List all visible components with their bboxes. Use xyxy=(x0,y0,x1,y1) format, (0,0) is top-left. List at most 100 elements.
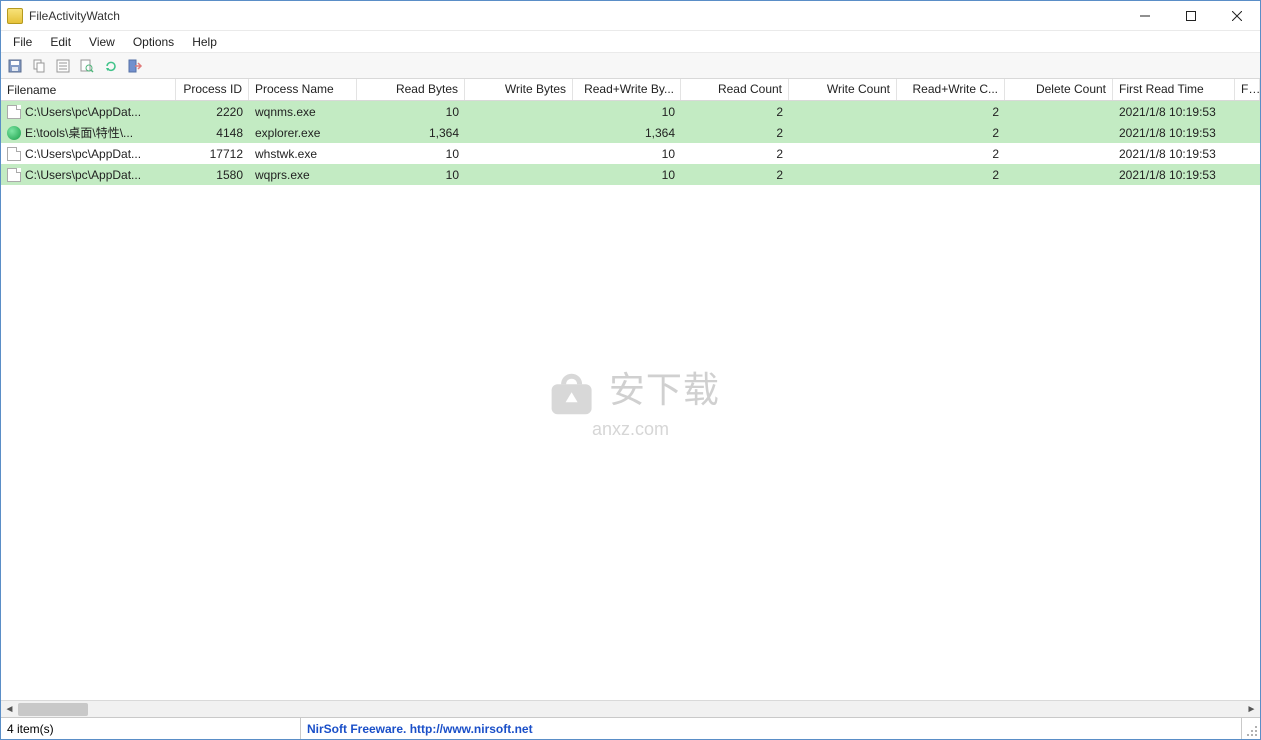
menu-help[interactable]: Help xyxy=(184,33,225,51)
table-row[interactable]: C:\Users\pc\AppDat...1580wqprs.exe101022… xyxy=(1,164,1260,185)
menu-view[interactable]: View xyxy=(81,33,123,51)
title-bar[interactable]: FileActivityWatch xyxy=(1,1,1260,31)
cell-write-bytes xyxy=(465,152,573,156)
cell-pname: explorer.exe xyxy=(249,124,357,142)
cell-first-read: 2021/1/8 10:19:53 xyxy=(1113,166,1235,184)
col-process-id[interactable]: Process ID xyxy=(176,79,249,100)
cell-pid: 17712 xyxy=(176,145,249,163)
window-controls xyxy=(1122,1,1260,30)
status-item-count: 4 item(s) xyxy=(1,718,301,739)
filename-text: E:\tools\桌面\特性\... xyxy=(25,124,133,141)
refresh-icon xyxy=(103,58,119,74)
minimize-icon xyxy=(1140,11,1150,21)
watermark-sub: anxz.com xyxy=(541,419,720,440)
watermark-brand: 安下载 xyxy=(609,369,720,410)
cell-rw-count: 2 xyxy=(897,166,1005,184)
col-delete-count[interactable]: Delete Count xyxy=(1005,79,1113,100)
cell-write-count xyxy=(789,110,897,114)
cell-rw-count: 2 xyxy=(897,124,1005,142)
find-icon xyxy=(79,58,95,74)
file-icon xyxy=(7,168,21,182)
watermark: 安下载 anxz.com xyxy=(541,361,720,441)
scroll-track[interactable] xyxy=(18,701,1243,717)
cell-pid: 4148 xyxy=(176,124,249,142)
table-body[interactable]: 安下载 anxz.com C:\Users\pc\AppDat...2220wq… xyxy=(1,101,1260,700)
cell-delete-count xyxy=(1005,131,1113,135)
close-icon xyxy=(1232,11,1242,21)
cell-write-bytes xyxy=(465,173,573,177)
minimize-button[interactable] xyxy=(1122,1,1168,30)
cell-write-count xyxy=(789,131,897,135)
refresh-button[interactable] xyxy=(101,56,121,76)
cell-read-bytes: 1,364 xyxy=(357,124,465,142)
cell-pid: 2220 xyxy=(176,103,249,121)
cell-partial xyxy=(1235,131,1260,135)
cell-read-count: 2 xyxy=(681,166,789,184)
globe-icon xyxy=(7,126,21,140)
window-title: FileActivityWatch xyxy=(29,9,120,23)
menu-bar: File Edit View Options Help xyxy=(1,31,1260,53)
cell-first-read: 2021/1/8 10:19:53 xyxy=(1113,103,1235,121)
status-credit: NirSoft Freeware. http://www.nirsoft.net xyxy=(301,718,1242,739)
file-icon xyxy=(7,105,21,119)
cell-rw-bytes: 10 xyxy=(573,103,681,121)
col-first-read-time[interactable]: First Read Time xyxy=(1113,79,1235,100)
col-write-count[interactable]: Write Count xyxy=(789,79,897,100)
cell-rw-bytes: 1,364 xyxy=(573,124,681,142)
cell-read-count: 2 xyxy=(681,145,789,163)
col-rw-count[interactable]: Read+Write C... xyxy=(897,79,1005,100)
save-button[interactable] xyxy=(5,56,25,76)
cell-read-bytes: 10 xyxy=(357,145,465,163)
col-filename[interactable]: Filename xyxy=(1,79,176,100)
maximize-button[interactable] xyxy=(1168,1,1214,30)
table-row[interactable]: E:\tools\桌面\特性\...4148explorer.exe1,3641… xyxy=(1,122,1260,143)
cell-read-bytes: 10 xyxy=(357,166,465,184)
cell-filename: C:\Users\pc\AppDat... xyxy=(1,145,176,163)
table-header: Filename Process ID Process Name Read By… xyxy=(1,79,1260,101)
close-button[interactable] xyxy=(1214,1,1260,30)
col-rw-bytes[interactable]: Read+Write By... xyxy=(573,79,681,100)
cell-pname: whstwk.exe xyxy=(249,145,357,163)
scroll-left-button[interactable]: ◄ xyxy=(1,701,18,718)
scroll-thumb[interactable] xyxy=(18,703,88,716)
copy-button[interactable] xyxy=(29,56,49,76)
table-row[interactable]: C:\Users\pc\AppDat...2220wqnms.exe101022… xyxy=(1,101,1260,122)
cell-filename: C:\Users\pc\AppDat... xyxy=(1,103,176,121)
app-icon xyxy=(7,8,23,24)
menu-options[interactable]: Options xyxy=(125,33,182,51)
cell-partial xyxy=(1235,110,1260,114)
exit-button[interactable] xyxy=(125,56,145,76)
col-partial[interactable]: Fi... xyxy=(1235,79,1260,100)
col-read-count[interactable]: Read Count xyxy=(681,79,789,100)
table-row[interactable]: C:\Users\pc\AppDat...17712whstwk.exe1010… xyxy=(1,143,1260,164)
scroll-right-button[interactable]: ► xyxy=(1243,701,1260,718)
toolbar xyxy=(1,53,1260,79)
filename-text: C:\Users\pc\AppDat... xyxy=(25,147,141,161)
find-button[interactable] xyxy=(77,56,97,76)
save-icon xyxy=(7,58,23,74)
status-bar: 4 item(s) NirSoft Freeware. http://www.n… xyxy=(1,717,1260,739)
cell-read-count: 2 xyxy=(681,124,789,142)
col-read-bytes[interactable]: Read Bytes xyxy=(357,79,465,100)
col-write-bytes[interactable]: Write Bytes xyxy=(465,79,573,100)
properties-button[interactable] xyxy=(53,56,73,76)
cell-pname: wqprs.exe xyxy=(249,166,357,184)
cell-pname: wqnms.exe xyxy=(249,103,357,121)
menu-edit[interactable]: Edit xyxy=(42,33,79,51)
filename-text: C:\Users\pc\AppDat... xyxy=(25,105,141,119)
cell-delete-count xyxy=(1005,152,1113,156)
file-icon xyxy=(7,147,21,161)
watermark-icon xyxy=(541,369,601,419)
cell-rw-count: 2 xyxy=(897,103,1005,121)
grip-icon xyxy=(1246,725,1258,737)
cell-rw-count: 2 xyxy=(897,145,1005,163)
app-window: FileActivityWatch File Edit View Options… xyxy=(0,0,1261,740)
col-process-name[interactable]: Process Name xyxy=(249,79,357,100)
horizontal-scrollbar[interactable]: ◄ ► xyxy=(1,700,1260,717)
resize-grip[interactable] xyxy=(1242,718,1260,739)
cell-delete-count xyxy=(1005,110,1113,114)
menu-file[interactable]: File xyxy=(5,33,40,51)
cell-partial xyxy=(1235,173,1260,177)
cell-read-count: 2 xyxy=(681,103,789,121)
cell-rw-bytes: 10 xyxy=(573,166,681,184)
